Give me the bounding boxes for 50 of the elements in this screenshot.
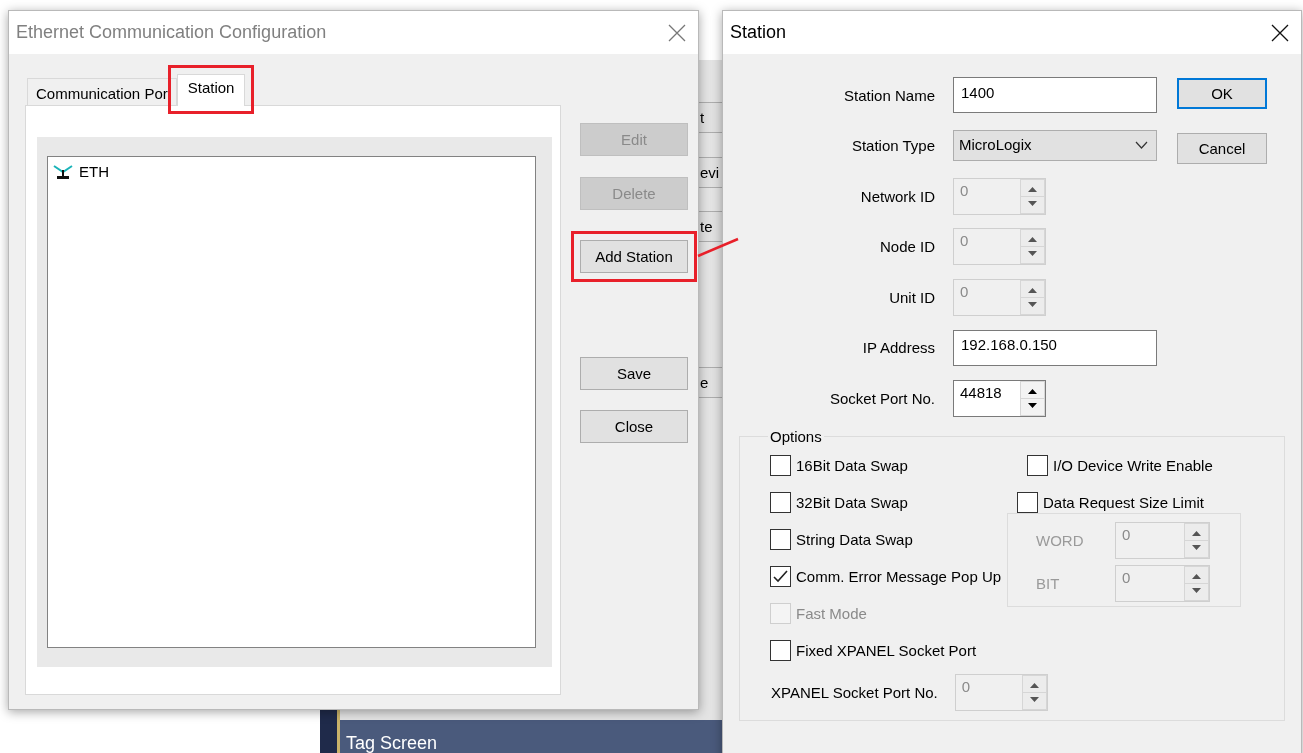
checkbox-label: 16Bit Data Swap: [796, 457, 908, 474]
checkbox[interactable]: [770, 529, 791, 550]
checkbox[interactable]: [770, 455, 791, 476]
dropdown[interactable]: MicroLogix: [953, 130, 1157, 161]
checkbox-label: String Data Swap: [796, 531, 913, 548]
checkbox-label: Comm. Error Message Pop Up: [796, 568, 1002, 585]
window-title: Station: [730, 22, 787, 43]
checkbox-label: 32Bit Data Swap: [796, 494, 908, 511]
window-title: Ethernet Communication Configuration: [16, 22, 327, 43]
tab[interactable]: Communication Por: [27, 78, 177, 105]
field-label: XPANEL Socket Port No.: [771, 684, 938, 701]
checkbox[interactable]: [770, 640, 791, 661]
field-label: Unit ID: [889, 288, 936, 306]
partial-button[interactable]: evi: [698, 157, 722, 188]
checkbox-label: Fixed XPANEL Socket Port: [796, 642, 977, 659]
text-field[interactable]: 192.168.0.150: [953, 329, 1157, 366]
tab[interactable]: Station: [176, 74, 246, 106]
checkbox[interactable]: [770, 566, 791, 587]
partial-button[interactable]: te: [698, 211, 722, 242]
field-label: BIT: [1035, 575, 1061, 592]
spin-field[interactable]: 44818: [953, 379, 1046, 417]
field-label: IP Address: [862, 339, 936, 356]
dialog-button[interactable]: Cancel: [1177, 132, 1267, 164]
close-icon[interactable]: [1271, 23, 1289, 42]
checkbox[interactable]: [1017, 492, 1038, 513]
checkbox-label: I/O Device Write Enable: [1053, 457, 1213, 474]
dialog-button[interactable]: OK: [1177, 78, 1267, 109]
group-title: Options: [769, 428, 823, 445]
tree-item[interactable]: ETH: [79, 163, 109, 180]
field-label: Socket Port No.: [829, 389, 936, 407]
partial-button[interactable]: e: [698, 367, 722, 398]
field-label: Network ID: [860, 187, 936, 205]
field-label: WORD: [1035, 532, 1085, 549]
panel-title: Tag Screen: [340, 720, 722, 753]
field-label: Node ID: [879, 238, 936, 255]
checkbox[interactable]: [1027, 455, 1048, 476]
field-label: Station Type: [851, 137, 936, 154]
dialog-button[interactable]: Add Station: [580, 240, 688, 273]
checkmark-icon: [773, 570, 788, 583]
field-label: Station Name: [844, 86, 936, 104]
partial-button[interactable]: t: [698, 102, 722, 133]
checkbox-label: Fast Mode: [796, 605, 867, 622]
dialog-button[interactable]: Save: [580, 357, 688, 390]
chevron-down-icon: [1135, 140, 1148, 149]
checkbox[interactable]: [770, 492, 791, 513]
dialog-button[interactable]: Close: [580, 410, 688, 443]
network-icon: [53, 164, 73, 179]
checkbox-label: Data Request Size Limit: [1043, 494, 1204, 511]
spin-arrows-icon[interactable]: [1020, 380, 1045, 416]
text-field[interactable]: 1400: [953, 77, 1157, 113]
